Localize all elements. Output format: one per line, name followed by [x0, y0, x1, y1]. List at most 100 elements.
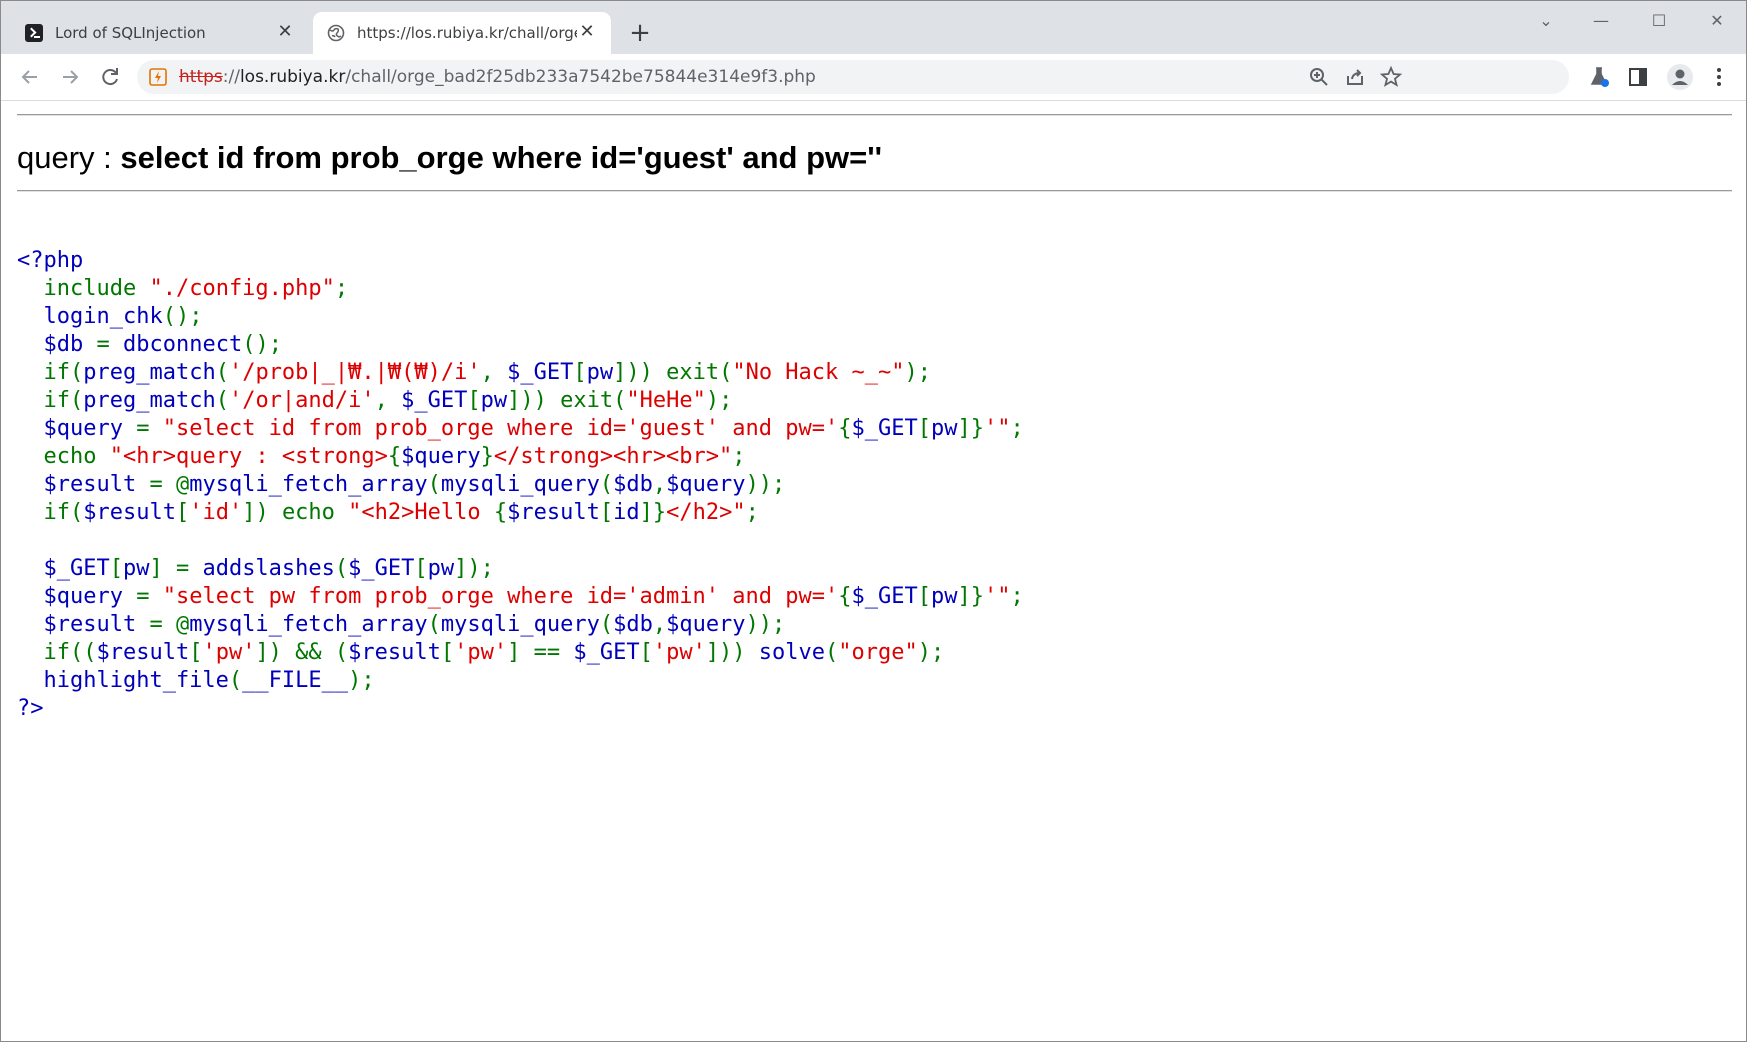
code-token: ); [705, 388, 733, 413]
code-token: ( [599, 612, 614, 637]
side-panel-icon[interactable] [1626, 65, 1650, 89]
tab-lord-of-sqlinjection[interactable]: Lord of SQLInjection ✕ [11, 12, 309, 54]
code-token: $query [17, 416, 137, 441]
code-token: $result [507, 500, 600, 525]
code-token: login_chk [17, 304, 163, 329]
code-token: "<h2>Hello [348, 500, 494, 525]
code-token: (); [162, 304, 203, 329]
code-token: 'pw' [652, 640, 706, 665]
code-token: $db [613, 612, 653, 637]
code-token: { [493, 500, 508, 525]
tab-orge-challenge[interactable]: https://los.rubiya.kr/chall/orge_b ✕ [313, 12, 611, 54]
code-token: ])) exit( [507, 388, 627, 413]
profile-avatar-icon[interactable] [1666, 63, 1694, 91]
code-token: $_GET [401, 388, 468, 413]
tab-search-chevron-icon[interactable]: ⌄ [1526, 7, 1566, 35]
code-line: highlight_file(__FILE__); [17, 667, 1024, 695]
code-line: login_chk(); [17, 303, 1024, 331]
code-token: $result [96, 640, 190, 665]
code-token: highlight_file [17, 668, 229, 693]
code-token: ); [904, 360, 932, 385]
code-line: include "./config.php"; [17, 275, 1024, 303]
forward-arrow-icon[interactable] [55, 62, 85, 92]
globe-icon [327, 24, 345, 42]
php-source-code: <?php include "./config.php"; login_chk(… [17, 247, 1024, 723]
code-token: "select id from prob_orge where id='gues… [162, 416, 839, 441]
browser-window: Lord of SQLInjection ✕ https://los.rubiy… [0, 0, 1747, 1042]
code-token: $_GET [851, 416, 918, 441]
code-token: 'pw' [454, 640, 508, 665]
bookmark-star-icon[interactable] [1379, 65, 1403, 89]
code-token: "HeHe" [626, 388, 706, 413]
code-token: ( [215, 388, 229, 413]
code-token: [ [573, 360, 587, 385]
maximize-button[interactable]: ☐ [1639, 7, 1679, 35]
code-token: ( [334, 556, 349, 581]
code-token: = [136, 416, 163, 441]
code-line: <?php [17, 247, 1024, 275]
code-line: if(preg_match('/or|and/i', $_GET[pw])) e… [17, 387, 1024, 415]
code-token: ; [1010, 584, 1024, 609]
code-token: id [613, 500, 640, 525]
code-token: ( [228, 668, 243, 693]
code-token: preg_match [83, 360, 216, 385]
not-secure-icon[interactable] [149, 68, 167, 86]
address-bar[interactable]: https://los.rubiya.kr/chall/orge_bad2f25… [137, 60, 1569, 94]
code-line: $query = "select id from prob_orge where… [17, 415, 1023, 443]
code-token: (); [242, 332, 282, 357]
code-token: <?php [17, 248, 84, 273]
code-token: pw [427, 556, 455, 581]
code-token: )); [745, 472, 786, 497]
code-token: [ [109, 556, 123, 581]
url-scheme: https [179, 67, 223, 87]
code-token: mysqli_fetch_array [189, 612, 428, 637]
tab-title: https://los.rubiya.kr/chall/orge_b [357, 24, 577, 42]
code-token: , [652, 612, 667, 637]
code-token: ); [917, 640, 945, 665]
code-token: $result [83, 500, 176, 525]
code-token: ( [427, 612, 441, 637]
code-token: $_GET [507, 360, 574, 385]
code-token: mysqli_query [440, 472, 600, 497]
minimize-button[interactable]: — [1581, 7, 1621, 35]
code-token: ]) echo [242, 500, 349, 525]
code-token: if( [43, 388, 84, 413]
code-token: $result [348, 640, 441, 665]
code-token: , [374, 388, 402, 413]
code-token: { [387, 444, 402, 469]
code-token: } [480, 444, 494, 469]
kebab-menu-icon[interactable] [1707, 65, 1731, 89]
close-window-button[interactable]: ✕ [1697, 7, 1737, 35]
code-line: $_GET[pw] = addslashes($_GET[pw]); [17, 555, 1024, 583]
reload-icon[interactable] [95, 62, 125, 92]
back-arrow-icon[interactable] [15, 62, 45, 92]
code-token: "orge" [838, 640, 918, 665]
code-token: pw [122, 556, 150, 581]
code-token: $result [17, 612, 150, 637]
tab-close-icon[interactable]: ✕ [275, 22, 295, 42]
tab-close-icon[interactable]: ✕ [577, 22, 597, 42]
code-token: $db [17, 332, 97, 357]
code-line: $result = @mysqli_fetch_array(mysqli_que… [17, 611, 1024, 639]
code-token: [ [917, 584, 931, 609]
code-token: , [480, 360, 508, 385]
terminal-icon [25, 24, 43, 42]
new-tab-button[interactable]: + [628, 20, 652, 46]
code-token: pw [930, 416, 958, 441]
code-token: ?> [17, 696, 44, 721]
code-token: '" [983, 584, 1011, 609]
code-token: [ [175, 500, 190, 525]
url-text[interactable]: https://los.rubiya.kr/chall/orge_bad2f25… [179, 60, 816, 94]
code-token: $_GET [573, 640, 640, 665]
code-line: echo "<hr>query : <strong>{$query}</stro… [17, 443, 1024, 471]
zoom-icon[interactable] [1307, 65, 1331, 89]
share-icon[interactable] [1343, 65, 1367, 89]
query-heading: query : select id from prob_orge where i… [17, 140, 882, 176]
code-token: dbconnect [122, 332, 243, 357]
labs-flask-icon[interactable] [1587, 65, 1611, 89]
code-token: </h2>" [666, 500, 746, 525]
code-token: [ [467, 388, 481, 413]
code-token: ( [427, 472, 441, 497]
